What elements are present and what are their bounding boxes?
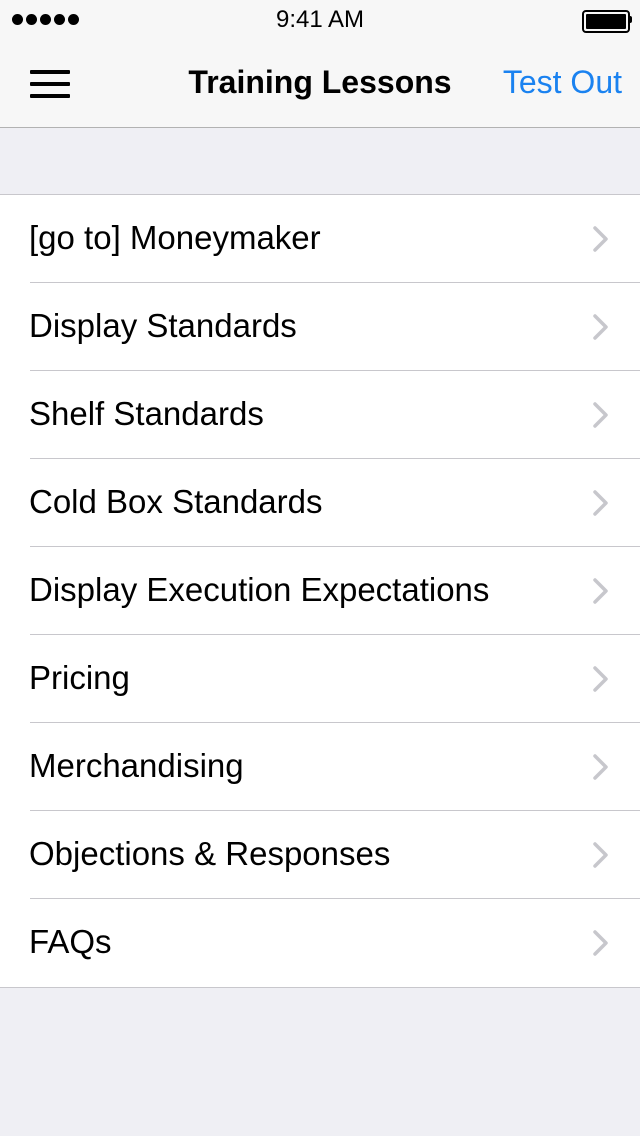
test-out-button[interactable]: Test Out: [503, 64, 622, 101]
list-item-display-execution-expectations[interactable]: Display Execution Expectations: [0, 547, 640, 635]
chevron-right-icon: [593, 226, 608, 252]
list-item-merchandising[interactable]: Merchandising: [0, 723, 640, 811]
list-item-label: FAQs: [29, 923, 112, 960]
screen: 9:41 AM Training Lessons Test Out [go to…: [0, 0, 640, 1136]
battery-icon: [582, 10, 632, 33]
list-item-moneymaker[interactable]: [go to] Moneymaker: [0, 195, 640, 283]
list-item-label: Cold Box Standards: [29, 483, 323, 520]
list-item-cold-box-standards[interactable]: Cold Box Standards: [0, 459, 640, 547]
list-item-label: Merchandising: [29, 747, 244, 784]
status-bar: 9:41 AM: [0, 0, 640, 40]
list-item-faqs[interactable]: FAQs: [0, 899, 640, 987]
page-title: Training Lessons: [188, 64, 452, 100]
chevron-right-icon: [593, 314, 608, 340]
list-item-label: Display Standards: [29, 307, 297, 344]
navigation-bar: Training Lessons Test Out: [0, 40, 640, 128]
list-item-display-standards[interactable]: Display Standards: [0, 283, 640, 371]
lesson-list: [go to] Moneymaker Display Standards She…: [0, 194, 640, 988]
chevron-right-icon: [593, 490, 608, 516]
chevron-right-icon: [593, 666, 608, 692]
chevron-right-icon: [593, 578, 608, 604]
list-item-shelf-standards[interactable]: Shelf Standards: [0, 371, 640, 459]
chevron-right-icon: [593, 754, 608, 780]
list-item-label: [go to] Moneymaker: [29, 219, 321, 256]
list-item-label: Objections & Responses: [29, 835, 391, 872]
chevron-right-icon: [593, 402, 608, 428]
status-time: 9:41 AM: [275, 6, 365, 33]
chevron-right-icon: [593, 842, 608, 868]
hamburger-menu-icon[interactable]: [30, 70, 70, 100]
chevron-right-icon: [593, 930, 608, 956]
list-item-label: Display Execution Expectations: [29, 571, 490, 608]
list-item-objections-responses[interactable]: Objections & Responses: [0, 811, 640, 899]
list-item-pricing[interactable]: Pricing: [0, 635, 640, 723]
list-item-label: Shelf Standards: [29, 395, 264, 432]
list-item-label: Pricing: [29, 659, 130, 696]
